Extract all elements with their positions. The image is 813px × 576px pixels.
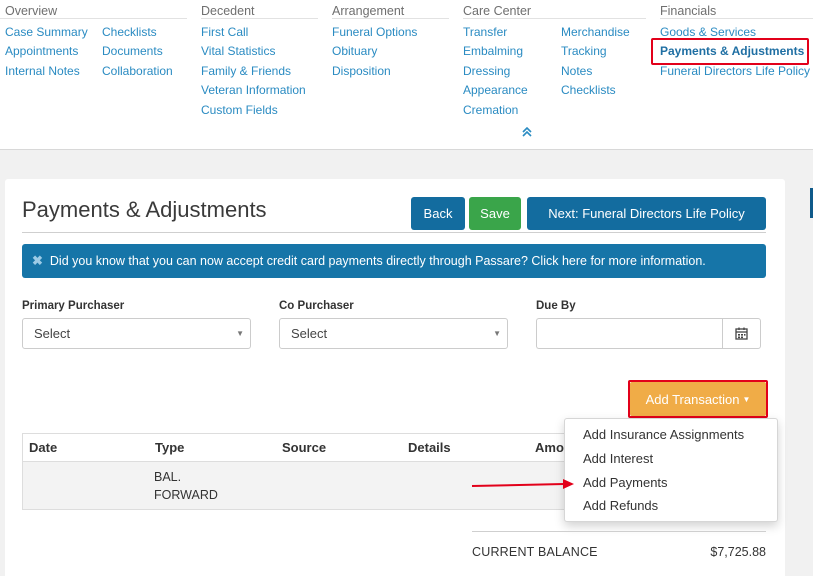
nav-link-documents[interactable]: Documents	[102, 44, 163, 58]
double-chevron-up-icon[interactable]	[522, 126, 532, 140]
nav-link-family-friends[interactable]: Family & Friends	[201, 64, 291, 78]
menu-item-add-refunds[interactable]: Add Refunds	[583, 498, 658, 513]
nav-divider	[332, 18, 449, 19]
row-type-cell: BAL. FORWARD	[154, 470, 218, 502]
calendar-button[interactable]	[722, 318, 761, 349]
nav-link-dressing[interactable]: Dressing	[463, 64, 510, 78]
nav-link-tracking[interactable]: Tracking	[561, 44, 607, 58]
nav-link-transfer[interactable]: Transfer	[463, 25, 507, 39]
save-button[interactable]: Save	[469, 197, 521, 230]
nav-header-decedent: Decedent	[201, 4, 255, 18]
menu-item-add-payments[interactable]: Add Payments	[583, 475, 668, 490]
nav-divider	[463, 18, 646, 19]
nav-link-disposition[interactable]: Disposition	[332, 64, 391, 78]
annotation-highlight-add-transaction	[628, 380, 768, 418]
nav-header-care-center: Care Center	[463, 4, 532, 18]
nav-link-veteran-information[interactable]: Veteran Information	[201, 83, 306, 97]
info-banner-text: Did you know that you can now accept cre…	[49, 254, 706, 268]
close-icon[interactable]: ✖	[32, 253, 43, 269]
due-by-label: Due By	[536, 300, 576, 312]
nav-header-financials: Financials	[660, 4, 717, 18]
menu-item-add-insurance-assignments[interactable]: Add Insurance Assignments	[583, 427, 744, 442]
co-purchaser-label: Co Purchaser	[279, 300, 354, 312]
menu-item-add-interest[interactable]: Add Interest	[583, 451, 653, 466]
next-button[interactable]: Next: Funeral Directors Life Policy	[527, 197, 766, 230]
nav-divider	[201, 18, 318, 19]
balance-divider	[472, 531, 766, 532]
nav-link-case-summary[interactable]: Case Summary	[5, 25, 88, 39]
due-by-input[interactable]	[536, 318, 722, 349]
nav-link-care-checklists[interactable]: Checklists	[561, 83, 616, 97]
column-header-date: Date	[29, 440, 58, 455]
back-button[interactable]: Back	[411, 197, 465, 230]
nav-link-custom-fields[interactable]: Custom Fields	[201, 103, 278, 117]
nav-link-funeral-directors-life-policy[interactable]: Funeral Directors Life Policy	[660, 64, 810, 78]
nav-link-funeral-options[interactable]: Funeral Options	[332, 25, 417, 39]
column-header-details: Details	[408, 440, 451, 455]
nav-divider	[660, 18, 813, 19]
calendar-icon	[735, 327, 748, 340]
current-balance-label: CURRENT BALANCE	[472, 545, 598, 559]
column-header-type: Type	[155, 440, 185, 455]
column-header-source: Source	[282, 440, 327, 455]
caret-down-icon: ▼	[493, 329, 501, 338]
column-header-amount: Amo	[535, 440, 564, 455]
nav-header-arrangement: Arrangement	[332, 4, 405, 18]
nav-link-internal-notes[interactable]: Internal Notes	[5, 64, 80, 78]
top-navigation: Overview Case Summary Checklists Appoint…	[0, 0, 813, 150]
nav-link-obituary[interactable]: Obituary	[332, 44, 377, 58]
primary-purchaser-select[interactable]: Select ▼	[22, 318, 251, 349]
nav-link-merchandise[interactable]: Merchandise	[561, 25, 630, 39]
current-balance-value: $7,725.88	[710, 545, 766, 559]
caret-down-icon: ▼	[236, 329, 244, 338]
nav-link-first-call[interactable]: First Call	[201, 25, 248, 39]
nav-link-cremation[interactable]: Cremation	[463, 103, 518, 117]
nav-link-notes[interactable]: Notes	[561, 64, 592, 78]
nav-link-goods-services[interactable]: Goods & Services	[660, 25, 756, 39]
nav-divider	[0, 18, 187, 19]
nav-link-checklists[interactable]: Checklists	[102, 25, 157, 39]
co-purchaser-value: Select	[291, 326, 328, 341]
primary-purchaser-value: Select	[34, 326, 71, 341]
primary-purchaser-label: Primary Purchaser	[22, 300, 125, 312]
nav-header-overview: Overview	[5, 4, 58, 18]
nav-link-appointments[interactable]: Appointments	[5, 44, 78, 58]
info-banner[interactable]: ✖ Did you know that you can now accept c…	[22, 244, 766, 278]
nav-link-vital-statistics[interactable]: Vital Statistics	[201, 44, 275, 58]
nav-link-embalming[interactable]: Embalming	[463, 44, 523, 58]
nav-link-collaboration[interactable]: Collaboration	[102, 64, 173, 78]
co-purchaser-select[interactable]: Select ▼	[279, 318, 508, 349]
annotation-arrow-icon	[471, 479, 574, 489]
annotation-highlight-nav	[651, 38, 809, 65]
title-divider	[22, 232, 766, 233]
page-title: Payments & Adjustments	[22, 197, 267, 222]
nav-link-appearance[interactable]: Appearance	[463, 83, 528, 97]
